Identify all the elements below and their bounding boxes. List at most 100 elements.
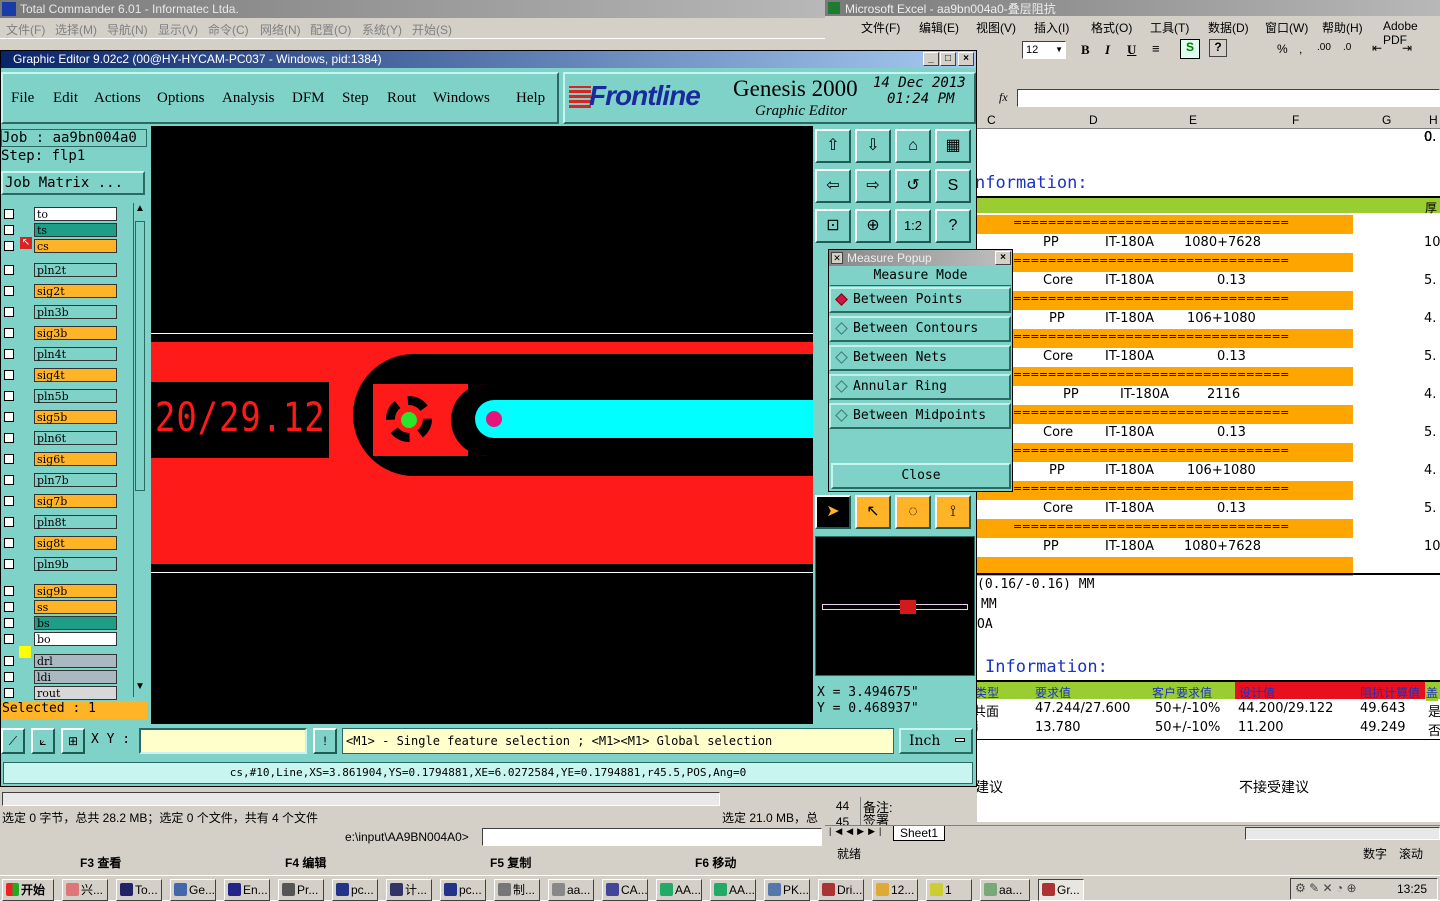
- ge-menu-actions[interactable]: Actions: [94, 90, 141, 107]
- graphics-canvas[interactable]: 20/29.12: [151, 126, 813, 724]
- ge-menu-rout[interactable]: Rout: [387, 90, 416, 107]
- layer-name[interactable]: pln2t: [34, 263, 117, 277]
- layer-checkbox[interactable]: [4, 634, 14, 644]
- canvas-text[interactable]: 20/29.12: [155, 395, 326, 441]
- scroll-thumb[interactable]: [135, 221, 145, 491]
- ge-menu-file[interactable]: File: [11, 90, 34, 107]
- tc-command-input[interactable]: [482, 828, 822, 846]
- layer-checkbox[interactable]: [4, 286, 14, 296]
- layer-scrollbar[interactable]: ▲ ▼: [133, 203, 147, 697]
- layer-row-sig3b[interactable]: sig3b: [1, 326, 119, 340]
- layer-row-pln8t[interactable]: pln8t: [1, 515, 119, 529]
- ge-menu-step[interactable]: Step: [342, 90, 369, 107]
- taskbar-item[interactable]: CA...: [602, 879, 648, 901]
- indent-icon[interactable]: ⇤: [1372, 41, 1382, 55]
- tc-menu-start[interactable]: 开始(S): [412, 21, 452, 38]
- f6-move-button[interactable]: F6 移动: [695, 854, 736, 871]
- layer-checkbox[interactable]: [4, 391, 14, 401]
- layer-row-sig4t[interactable]: sig4t: [1, 368, 119, 382]
- mode-between-nets[interactable]: Between Nets: [829, 345, 1011, 371]
- ge-menu-dfm[interactable]: DFM: [292, 90, 325, 107]
- underline-button[interactable]: U: [1127, 42, 1136, 58]
- layer-name[interactable]: bs: [34, 616, 117, 630]
- layer-row-ldi[interactable]: ldi: [1, 670, 119, 684]
- layer-row-sig5b[interactable]: sig5b: [1, 410, 119, 424]
- italic-button[interactable]: I: [1105, 42, 1110, 58]
- layer-row-sig7b[interactable]: sig7b: [1, 494, 119, 508]
- fit-screen-icon[interactable]: ⊡: [815, 209, 851, 243]
- pan-right-icon[interactable]: ⇨: [855, 169, 891, 203]
- layer-name[interactable]: cs: [34, 239, 117, 253]
- layer-row-pln9b[interactable]: pln9b: [1, 557, 119, 571]
- job-matrix-button[interactable]: Job Matrix ...: [1, 171, 145, 195]
- layer-name[interactable]: sig5b: [34, 410, 117, 424]
- sheet-grid[interactable]: nformation: 厚 ==========================…: [977, 129, 1440, 822]
- select-circle-icon[interactable]: ◌: [895, 495, 931, 529]
- percent-icon[interactable]: %: [1277, 42, 1288, 56]
- select-box-icon[interactable]: ↖: [855, 495, 891, 529]
- layer-row-sig9b[interactable]: sig9b: [1, 584, 119, 598]
- layer-checkbox[interactable]: [4, 225, 14, 235]
- layer-name[interactable]: rout: [34, 686, 117, 700]
- zoom-back-icon[interactable]: ↺: [895, 169, 931, 203]
- layer-checkbox[interactable]: [4, 412, 14, 422]
- layer-row-pln7b[interactable]: pln7b: [1, 473, 119, 487]
- pan-up-icon[interactable]: ⇧: [815, 129, 851, 163]
- layer-name[interactable]: pln9b: [34, 557, 117, 571]
- help-icon[interactable]: ?: [1209, 39, 1227, 57]
- f5-copy-button[interactable]: F5 复制: [490, 854, 531, 871]
- taskbar-item[interactable]: pc...: [440, 879, 486, 901]
- scroll-down-icon[interactable]: ▼: [135, 681, 145, 692]
- layer-checkbox[interactable]: [4, 349, 14, 359]
- taskbar-item[interactable]: To...: [116, 879, 162, 901]
- start-button[interactable]: 开始: [2, 879, 54, 901]
- zoom-1-1-icon[interactable]: 1:2: [895, 209, 931, 243]
- layer-name[interactable]: sig9b: [34, 584, 117, 598]
- layer-name[interactable]: pln7b: [34, 473, 117, 487]
- layer-checkbox[interactable]: [4, 328, 14, 338]
- col-header-e[interactable]: E: [1189, 113, 1197, 127]
- layer-checkbox[interactable]: [4, 241, 14, 251]
- tc-menu-cmd[interactable]: 命令(C): [208, 21, 249, 38]
- layer-row-bs[interactable]: bs: [1, 616, 119, 630]
- layer-row-sig2t[interactable]: sig2t: [1, 284, 119, 298]
- via-green-dot[interactable]: [401, 412, 417, 428]
- taskbar-item[interactable]: pc...: [332, 879, 378, 901]
- ge-menu-options[interactable]: Options: [157, 90, 205, 107]
- layer-checkbox[interactable]: [4, 307, 14, 317]
- excel-titlebar[interactable]: Microsoft Excel - aa9bn004a0-叠层阻抗: [825, 0, 1440, 16]
- home-icon[interactable]: ⌂: [895, 129, 931, 163]
- sheet-tab-sheet1[interactable]: Sheet1: [893, 826, 946, 841]
- layer-name[interactable]: sig7b: [34, 494, 117, 508]
- layer-name[interactable]: ts: [34, 223, 117, 237]
- layer-name[interactable]: pln3b: [34, 305, 117, 319]
- mode-between-points[interactable]: Between Points: [829, 287, 1011, 313]
- layer-checkbox[interactable]: [4, 433, 14, 443]
- layer-row-pln4t[interactable]: pln4t: [1, 347, 119, 361]
- col-header-d[interactable]: D: [1089, 113, 1098, 127]
- xl-menu-file[interactable]: 文件(F): [861, 19, 900, 36]
- taskbar-item[interactable]: AA...: [656, 879, 702, 901]
- help-icon[interactable]: ?: [935, 209, 971, 243]
- ge-menu-edit[interactable]: Edit: [53, 90, 78, 107]
- outdent-icon[interactable]: ⇥: [1402, 41, 1412, 55]
- font-size-select[interactable]: 12 ▼: [1022, 41, 1066, 59]
- ge-titlebar[interactable]: Graphic Editor 9.02c2 (00@HY-HYCAM-PC037…: [1, 51, 976, 68]
- tray-icons[interactable]: ⚙ ✎ ✕ ◔ ⊕: [1295, 881, 1357, 895]
- layer-row-cs[interactable]: cs: [1, 239, 119, 253]
- tc-menu-config[interactable]: 配置(O): [310, 21, 351, 38]
- ge-menu-help[interactable]: Help: [516, 90, 545, 107]
- taskbar-item[interactable]: 制...: [494, 879, 540, 901]
- ge-menu-windows[interactable]: Windows: [433, 90, 490, 107]
- col-header-h[interactable]: H: [1429, 113, 1438, 127]
- close-button[interactable]: ×: [958, 52, 974, 66]
- layer-checkbox[interactable]: [4, 265, 14, 275]
- layer-name[interactable]: sig3b: [34, 326, 117, 340]
- taskbar-item[interactable]: Dri...: [818, 879, 864, 901]
- xy-input[interactable]: [139, 728, 307, 754]
- layer-checkbox[interactable]: [4, 496, 14, 506]
- col-header-g[interactable]: G: [1382, 113, 1391, 127]
- tc-menu-net[interactable]: 网络(N): [260, 21, 301, 38]
- f3-view-button[interactable]: F3 查看: [80, 854, 121, 871]
- mode-annular-ring[interactable]: Annular Ring: [829, 374, 1011, 400]
